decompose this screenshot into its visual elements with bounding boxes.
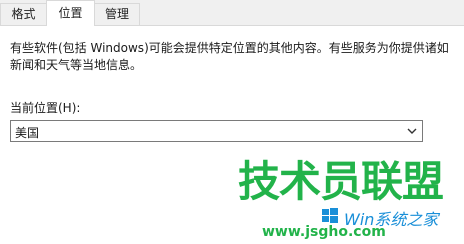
watermark-logo-text: 技术员联盟 [238, 157, 444, 206]
watermark-url: www.jsgho.com [262, 224, 386, 240]
current-location-label: 当前位置(H): [10, 101, 81, 115]
current-location-select[interactable]: 美国 [10, 120, 423, 142]
watermark: 技术员联盟 Win系统之家 www.jsgho.com [236, 148, 456, 240]
tab-administrative[interactable]: 管理 [94, 3, 140, 25]
location-description: 有些软件(包括 Windows)可能会提供特定位置的其他内容。有些服务为你提供诸… [10, 41, 449, 72]
windows-logo-icon [322, 208, 338, 224]
tab-format[interactable]: 格式 [0, 3, 47, 25]
current-location-value: 美国 [15, 126, 40, 140]
tab-location[interactable]: 位置 [46, 0, 95, 26]
chevron-down-icon [406, 125, 418, 137]
